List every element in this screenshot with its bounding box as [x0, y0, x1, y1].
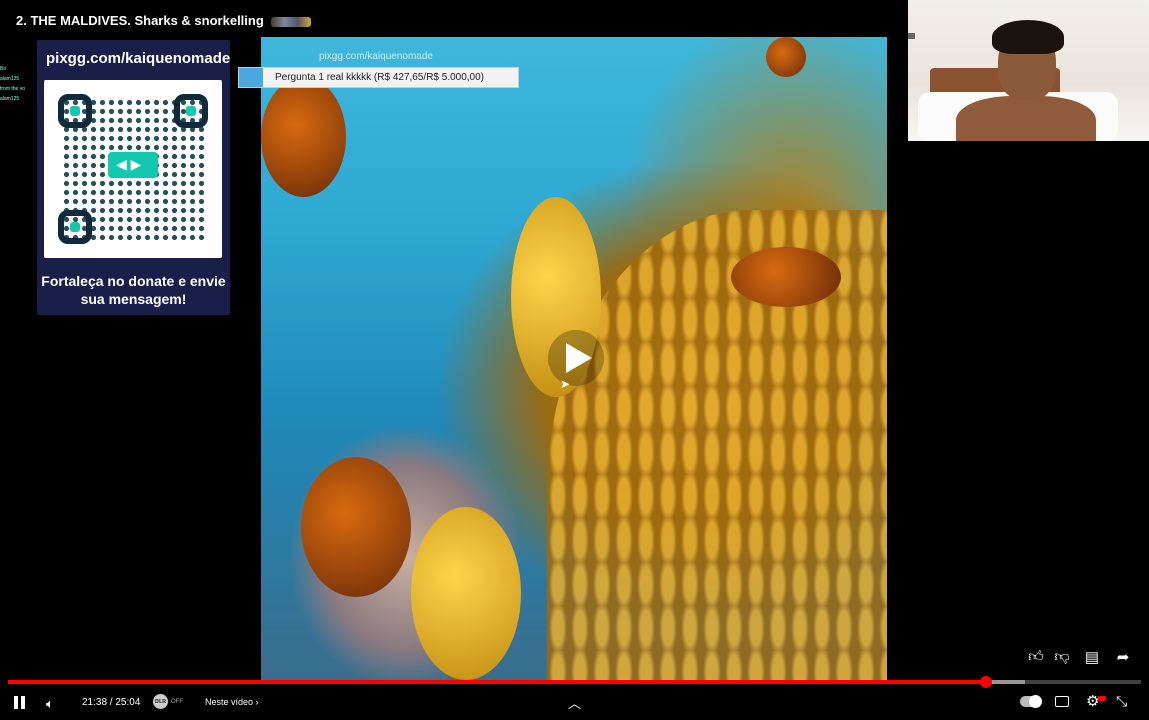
mouse-cursor-icon: ➤ [560, 377, 571, 391]
chevron-right-icon: › [255, 697, 259, 707]
qr-corner [58, 94, 92, 128]
chat-line: alam125 [0, 96, 20, 102]
cam-marker [908, 33, 915, 39]
video-title[interactable]: 2. THE MALDIVES. Sharks & snorkelling [16, 13, 312, 28]
comment-icon[interactable]: ▤ [1081, 648, 1103, 666]
donate-message: Fortaleça no donate e envie sua mensagem… [41, 273, 226, 307]
dlr-status: OFF [171, 699, 183, 705]
pixgg-logo-icon [108, 152, 158, 178]
cam-person [956, 20, 1096, 141]
time-display: 21:38 / 25:04 [82, 697, 141, 708]
clownfish [731, 247, 841, 307]
chat-ghost: Bo alam125 from the vo alam125 [0, 64, 40, 104]
title-emoji-icons [271, 16, 312, 27]
chapter-label: Neste vídeo [205, 697, 254, 707]
share-icon[interactable]: ➦ [1112, 648, 1134, 666]
clownfish [411, 507, 521, 680]
donation-goal-bar: Pergunta 1 real kkkkk (R$ 427,65/R$ 5.00… [238, 67, 519, 88]
thumbs-up-icon[interactable]: 👍︎ [1025, 648, 1047, 666]
subtitles-icon[interactable] [1055, 696, 1069, 707]
chat-line: alam125 [0, 76, 20, 82]
hd-badge [1098, 696, 1106, 701]
volume-icon[interactable]: 🔈︎ [46, 696, 54, 712]
cam-hair [992, 20, 1064, 54]
thumbs-down-icon[interactable]: 👎︎ [1051, 648, 1073, 666]
cam-body [956, 96, 1096, 141]
donate-url: pixgg.com/kaiquenomade [46, 50, 230, 67]
progress-scrubber[interactable] [979, 676, 992, 688]
clownfish [766, 37, 806, 77]
donate-panel: pixgg.com/kaiquenomade Fortaleça no dona… [37, 40, 230, 315]
qr-corner [174, 94, 208, 128]
chapter-button[interactable]: Neste vídeo › [205, 697, 259, 707]
chevron-up-icon[interactable]: ︿ [568, 693, 581, 712]
pause-icon[interactable] [14, 696, 26, 709]
video-title-text: 2. THE MALDIVES. Sharks & snorkelling [16, 13, 264, 28]
progress-bar[interactable] [8, 676, 1141, 688]
progress-played [8, 680, 986, 684]
dlr-icon[interactable]: ᴅʟʀ [153, 694, 168, 709]
donation-goal-text: Pergunta 1 real kkkkk (R$ 427,65/R$ 5.00… [275, 72, 485, 83]
autoplay-toggle[interactable] [1020, 695, 1042, 708]
clownfish [261, 77, 346, 197]
play-overlay-icon[interactable] [548, 330, 604, 386]
chat-line: from the vo [0, 86, 26, 92]
clownfish [301, 457, 411, 597]
qr-corner [58, 210, 92, 244]
webcam-overlay [908, 0, 1149, 141]
exit-fullscreen-icon[interactable]: ⤡ [1116, 693, 1127, 710]
video-watermark: pixgg.com/kaiquenomade [319, 51, 433, 62]
chat-line: Bo [0, 66, 7, 72]
gear-icon[interactable]: ⚙ [1086, 692, 1099, 710]
qr-code [44, 80, 222, 258]
donation-goal-fill [239, 68, 263, 87]
